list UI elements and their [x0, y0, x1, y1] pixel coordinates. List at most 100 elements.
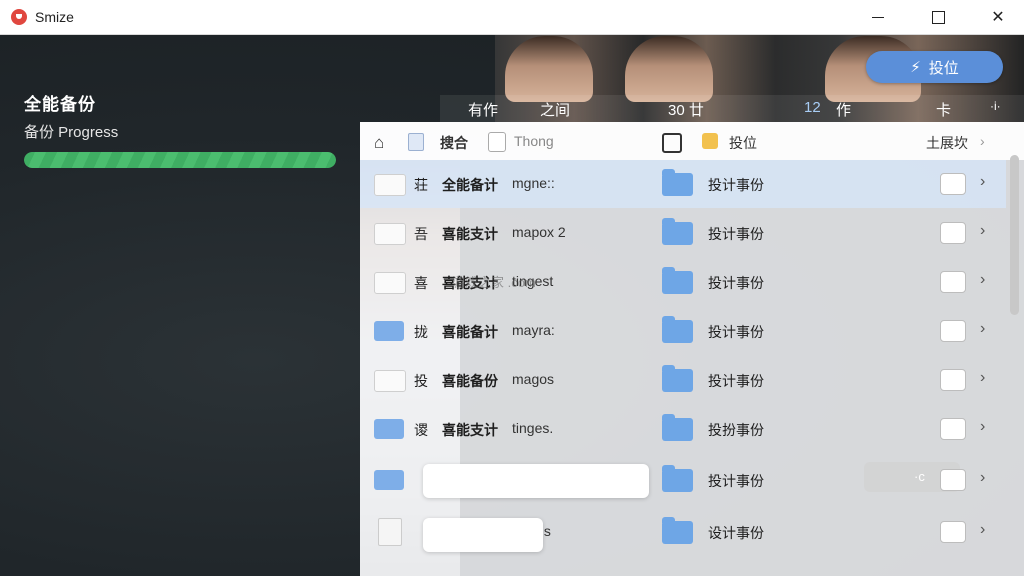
row-folder: 投计事份: [708, 275, 764, 291]
chevron-right-icon[interactable]: ›: [980, 418, 985, 436]
app-logo-icon: [11, 9, 27, 25]
file-icon: [374, 419, 404, 439]
row-name: 喜能备份: [442, 373, 498, 389]
document-icon: [378, 518, 402, 546]
chevron-right-icon[interactable]: ›: [980, 469, 985, 487]
row-file: magos: [512, 371, 555, 387]
photo-face: [505, 36, 593, 102]
progress-fill: [24, 152, 336, 168]
file-row[interactable]: 投 喜能备份 magos 投计事份 ›: [360, 356, 1006, 404]
folder-icon: [662, 169, 693, 196]
row-file: mayra:: [512, 322, 555, 338]
row-tag: 吾: [414, 226, 428, 242]
row-folder: 投计事份: [708, 177, 764, 193]
progress-bar: [24, 152, 336, 168]
progress-title: 全能备份: [24, 95, 96, 114]
row-checkbox[interactable]: [940, 173, 966, 195]
input-pill[interactable]: [423, 518, 543, 552]
folder-icon: [662, 517, 693, 544]
file-icon: [374, 223, 406, 245]
chevron-right-icon[interactable]: ›: [980, 521, 985, 539]
row-checkbox[interactable]: [940, 369, 966, 391]
folder-icon: [662, 316, 693, 343]
row-tag: 拢: [414, 324, 428, 340]
header-col1[interactable]: 搜合: [440, 133, 468, 153]
chevron-right-icon[interactable]: ›: [980, 271, 985, 289]
stat-strip: 有作 之间 30 廿 12 作 卡 ·i·: [440, 95, 1024, 122]
lightning-icon: ⚡: [910, 59, 921, 76]
home-icon[interactable]: ⌂: [374, 133, 384, 153]
row-checkbox[interactable]: [940, 418, 966, 440]
folder-icon: [662, 414, 693, 441]
stat-e: 作: [836, 102, 852, 119]
row-tag: 喜: [414, 275, 428, 291]
header-checkbox[interactable]: [488, 132, 506, 152]
header-col3[interactable]: 投位: [729, 133, 757, 153]
row-name: 全能备计: [442, 177, 498, 193]
document-icon: [408, 133, 424, 151]
row-folder: 投计事份: [708, 226, 764, 242]
folder-icon: [662, 365, 693, 392]
file-row[interactable]: 拢 喜能备计 mayra: 投计事份 ›: [360, 307, 1006, 355]
row-folder: 投扮事份: [708, 422, 764, 438]
row-name: 喜能备计: [442, 324, 498, 340]
header-chevron-icon[interactable]: ›: [980, 133, 985, 149]
row-name: 喜能支计: [442, 422, 498, 438]
progress-panel: 全能备份 备份 Progress: [24, 90, 336, 168]
window-title: Smize: [35, 9, 74, 25]
row-file: mapox 2: [512, 224, 566, 240]
input-pill[interactable]: [423, 464, 649, 498]
row-toggle-label: ·c: [914, 469, 925, 484]
chevron-right-icon[interactable]: ›: [980, 369, 985, 387]
folder-icon: [662, 465, 693, 492]
chevron-right-icon[interactable]: ›: [980, 222, 985, 240]
row-file: mgne::: [512, 175, 555, 191]
folder-icon: [662, 267, 693, 294]
watermark: 游戏之家 .com: [452, 275, 536, 290]
stat-a: 有作: [468, 102, 499, 119]
maximize-button[interactable]: [915, 0, 961, 34]
chevron-right-icon[interactable]: ›: [980, 173, 985, 191]
close-button[interactable]: ✕: [975, 0, 1021, 34]
row-name: 喜能支计: [442, 226, 498, 242]
photo-face: [625, 36, 713, 102]
row-folder: 设计事份: [708, 525, 764, 541]
folder-yellow-icon: [702, 133, 718, 149]
row-tag: 投: [414, 373, 428, 389]
stat-c: 30 廿: [668, 102, 704, 119]
row-checkbox[interactable]: [940, 469, 966, 491]
file-row[interactable]: 吾 喜能支计 mapox 2 投计事份 ›: [360, 209, 1006, 257]
header-col4[interactable]: 土展坎: [926, 133, 968, 153]
row-checkbox[interactable]: [940, 222, 966, 244]
row-folder: 投计事份: [708, 373, 764, 389]
action-button-label: 投位: [928, 59, 959, 77]
chevron-right-icon[interactable]: ›: [980, 320, 985, 338]
stat-d: 12: [804, 99, 821, 116]
action-button[interactable]: ⚡ 投位: [866, 51, 1003, 83]
scrollbar[interactable]: [1010, 155, 1019, 315]
stat-g: ·i·: [990, 99, 1001, 113]
file-row[interactable]: 荘 全能备计 mgne:: 投计事份 ›: [360, 160, 1006, 208]
row-checkbox[interactable]: [940, 271, 966, 293]
stat-f: 卡: [936, 102, 952, 119]
maximize-icon: [931, 10, 945, 24]
file-row[interactable]: 谡 喜能支计 tinges. 投扮事份 ›: [360, 405, 1006, 453]
row-tag: 荘: [414, 177, 428, 193]
row-tag: 谡: [414, 422, 428, 438]
row-checkbox[interactable]: [940, 521, 966, 543]
minimize-icon: [872, 16, 884, 18]
file-icon: [374, 370, 406, 392]
file-icon: [374, 174, 406, 196]
record-icon[interactable]: [662, 133, 682, 153]
file-icon: [374, 272, 406, 294]
header-col2[interactable]: Thong: [514, 133, 554, 149]
minimize-button[interactable]: [855, 0, 901, 34]
title-bar: Smize ✕: [0, 0, 1024, 35]
folder-icon: [662, 218, 693, 245]
row-folder: 投计事份: [708, 324, 764, 340]
close-icon: ✕: [991, 9, 1005, 26]
row-file: tinges.: [512, 420, 554, 436]
file-panel: ⌂ 搜合 Thong 投位 土展坎 › 荘 全能备计 mgne:: 投计事份 ›…: [360, 122, 1024, 576]
progress-subtitle: 备份 Progress: [24, 124, 119, 141]
row-checkbox[interactable]: [940, 320, 966, 342]
